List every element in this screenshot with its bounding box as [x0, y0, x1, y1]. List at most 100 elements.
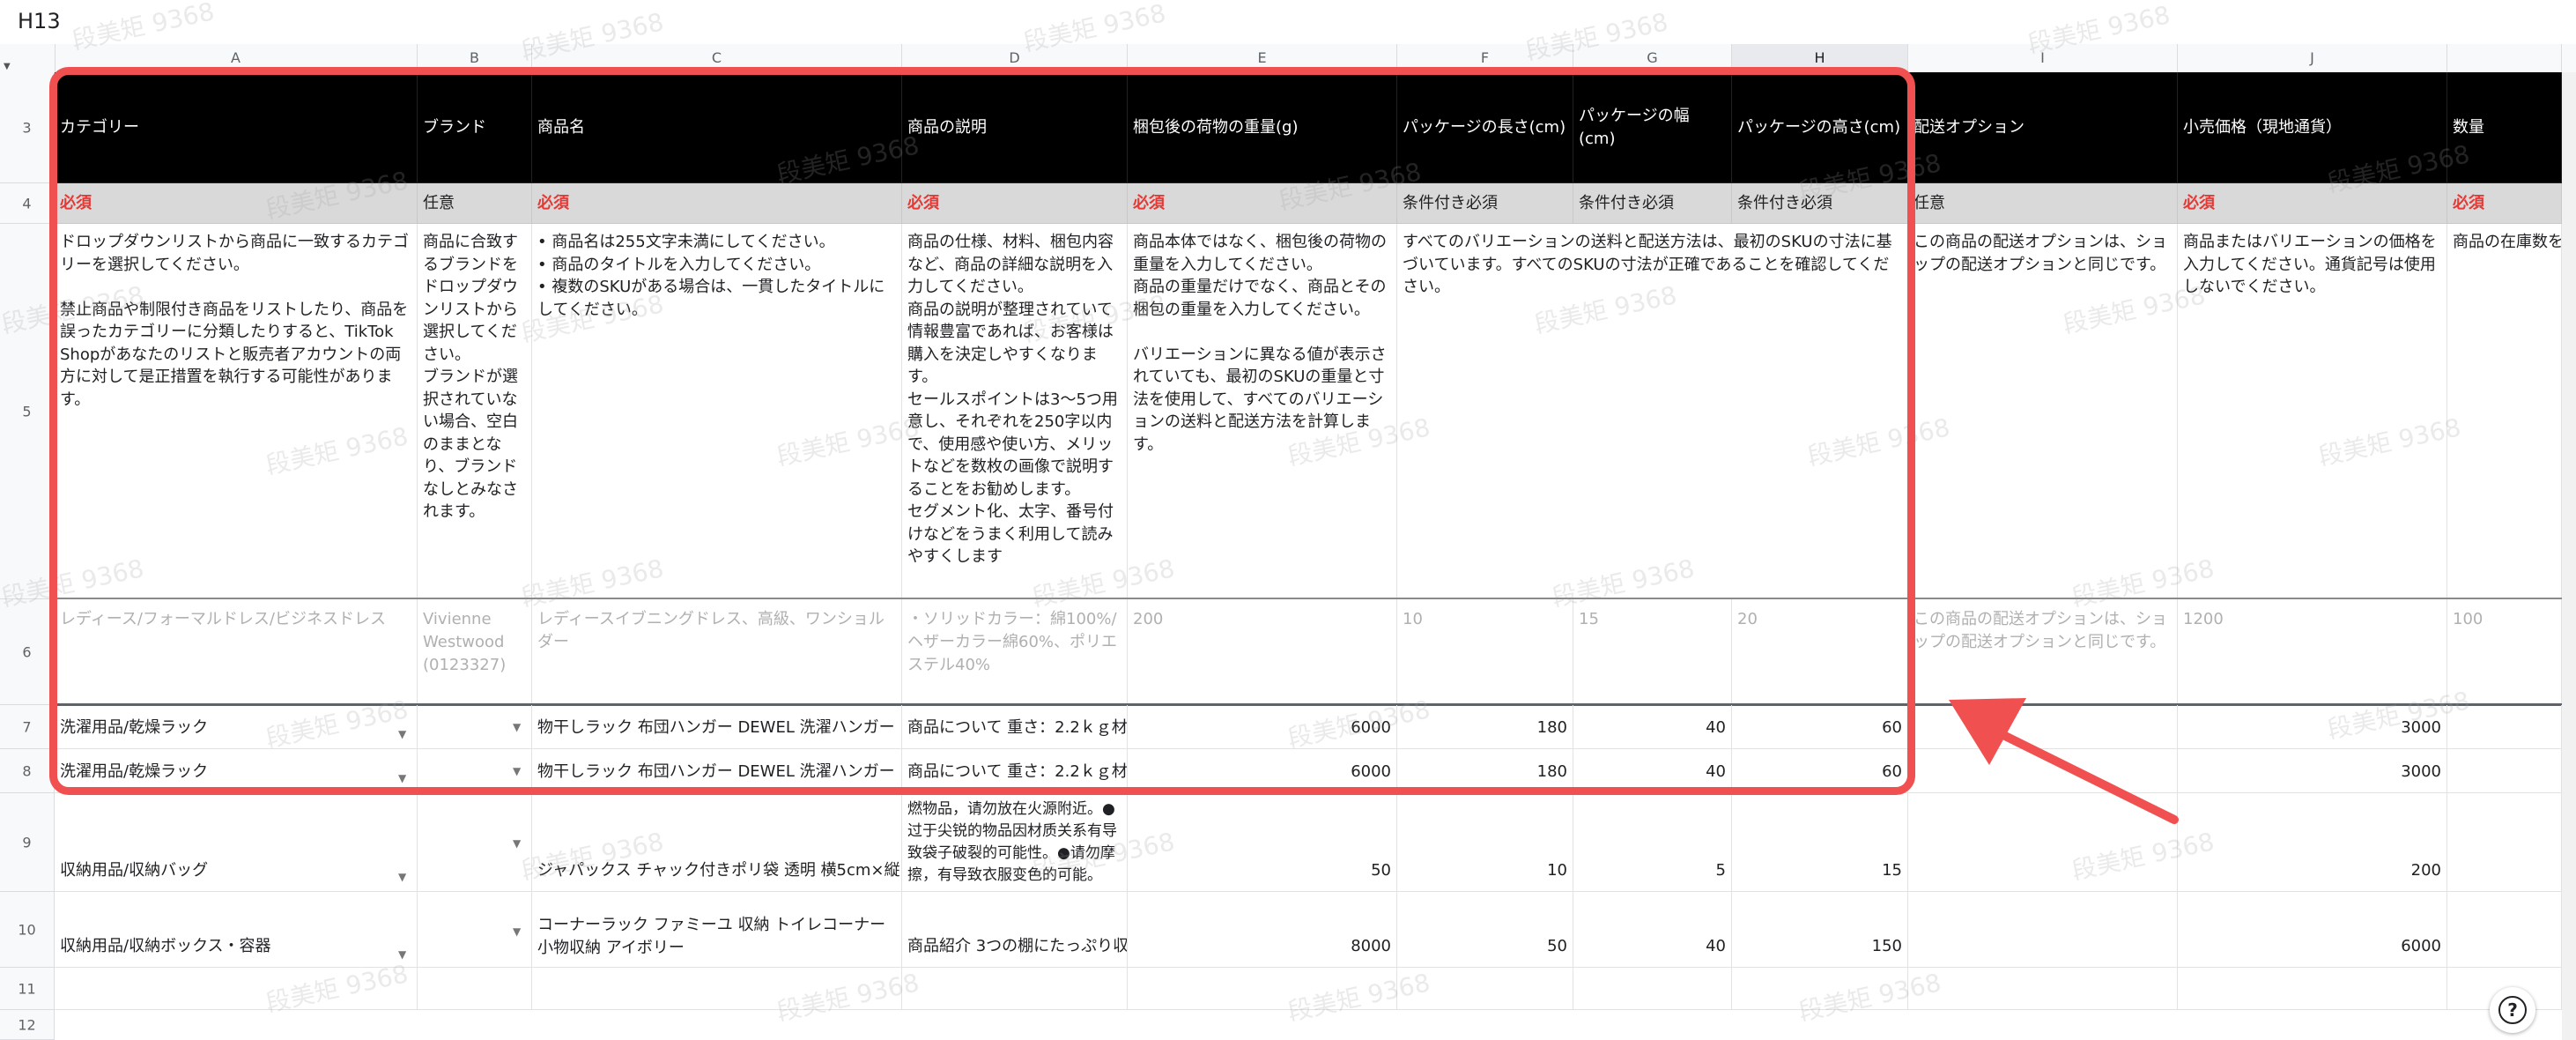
column-header-e[interactable]: E: [1128, 44, 1397, 72]
description-shipping[interactable]: この商品の配送オプションは、ショップの配送オプションと同じです。: [1908, 224, 2178, 599]
description-price[interactable]: 商品またはバリエーションの価格を入力してください。通貨記号は使用しないでください…: [2178, 224, 2447, 599]
cell-weight[interactable]: 6000: [1128, 705, 1397, 749]
column-header-a[interactable]: A: [55, 44, 418, 72]
row-header-7[interactable]: 7: [0, 705, 55, 749]
cell-quantity[interactable]: [2447, 793, 2562, 892]
description-product-name[interactable]: • 商品名は255文字未満にしてください。 • 商品のタイトルを入力してください…: [532, 224, 902, 599]
cell-shipping[interactable]: [1908, 749, 2178, 793]
description-quantity[interactable]: 商品の在庫数を: [2447, 224, 2562, 599]
cell-description[interactable]: 商品について 重さ：2.2ｋｇ材: [902, 705, 1128, 749]
description-description[interactable]: 商品の仕様、材料、梱包内容など、商品の詳細な説明を入力してください。 商品の説明…: [902, 224, 1128, 599]
row-header-10[interactable]: 10: [0, 892, 55, 968]
empty-cell[interactable]: [1573, 968, 1732, 1010]
cell-price[interactable]: 3000: [2178, 705, 2447, 749]
example-quantity[interactable]: 100: [2447, 599, 2562, 705]
header-category[interactable]: カテゴリー: [55, 72, 418, 183]
empty-cell[interactable]: [532, 968, 902, 1010]
cell-product-name[interactable]: 物干しラック 布団ハンガー DEWEL 洗濯ハンガー: [532, 749, 902, 793]
column-header-c[interactable]: C: [532, 44, 902, 72]
row-header-3[interactable]: 3: [0, 72, 55, 183]
row-header-4[interactable]: 4: [0, 183, 55, 224]
cell-product-name[interactable]: ジャパックス チャック付きポリ袋 透明 横5cm×縦7cm: [532, 793, 902, 892]
dropdown-chevron-icon[interactable]: ▼: [513, 925, 521, 938]
column-header-b[interactable]: B: [418, 44, 532, 72]
cell-price[interactable]: 6000: [2178, 892, 2447, 968]
cell-height[interactable]: 60: [1732, 749, 1908, 793]
header-width[interactable]: パッケージの幅(cm): [1573, 72, 1732, 183]
cell-quantity[interactable]: [2447, 892, 2562, 968]
row-header-5[interactable]: 5: [0, 224, 55, 599]
requirement-brand[interactable]: 任意: [418, 183, 532, 224]
column-header-i[interactable]: I: [1908, 44, 2178, 72]
column-header-d[interactable]: D: [902, 44, 1128, 72]
empty-cell[interactable]: [1128, 968, 1397, 1010]
cell-quantity[interactable]: [2447, 705, 2562, 749]
requirement-product-name[interactable]: 必須: [532, 183, 902, 224]
empty-cell[interactable]: [55, 968, 418, 1010]
cell-category[interactable]: 収納用品/収納ボックス・容器: [55, 892, 418, 968]
requirement-height[interactable]: 条件付き必須: [1732, 183, 1908, 224]
header-product-name[interactable]: 商品名: [532, 72, 902, 183]
cell-product-name[interactable]: 物干しラック 布団ハンガー DEWEL 洗濯ハンガー: [532, 705, 902, 749]
example-height[interactable]: 20: [1732, 599, 1908, 705]
requirement-price[interactable]: 必須: [2178, 183, 2447, 224]
cell-shipping[interactable]: [1908, 793, 2178, 892]
cell-category[interactable]: 収納用品/収納バッグ: [55, 793, 418, 892]
dropdown-chevron-icon[interactable]: ▼: [513, 837, 521, 850]
empty-cell[interactable]: [1732, 968, 1908, 1010]
cell-product-name[interactable]: コーナーラック ファミーユ 収納 トイレコーナー 小物収納 アイボリー: [532, 892, 902, 968]
requirement-quantity[interactable]: 必須: [2447, 183, 2562, 224]
cell-description[interactable]: 燃物品，请勿放在火源附近。●过于尖锐的物品因材质关系有导致袋子破裂的可能性。●请…: [902, 793, 1128, 892]
row-header-12[interactable]: 12: [0, 1010, 55, 1040]
empty-cell[interactable]: [902, 968, 1128, 1010]
example-width[interactable]: 15: [1573, 599, 1732, 705]
example-shipping[interactable]: この商品の配送オプションは、ショップの配送オプションと同じです。: [1908, 599, 2178, 705]
dropdown-chevron-icon[interactable]: ▼: [513, 721, 521, 733]
requirement-width[interactable]: 条件付き必須: [1573, 183, 1732, 224]
cell-price[interactable]: 200: [2178, 793, 2447, 892]
cell-length[interactable]: 50: [1397, 892, 1573, 968]
cell-height[interactable]: 60: [1732, 705, 1908, 749]
example-product-name[interactable]: レディースイブニングドレス、高級、ワンショルダー: [532, 599, 902, 705]
cell-description[interactable]: 商品について 重さ：2.2ｋｇ材: [902, 749, 1128, 793]
column-header-h[interactable]: H: [1732, 44, 1908, 72]
cell-category[interactable]: 洗濯用品/乾燥ラック: [55, 749, 418, 793]
header-price[interactable]: 小売価格（現地通貨）: [2178, 72, 2447, 183]
description-category[interactable]: ドロップダウンリストから商品に一致するカテゴリーを選択してください。 禁止商品や…: [55, 224, 418, 599]
header-length[interactable]: パッケージの長さ(cm): [1397, 72, 1573, 183]
description-dimensions[interactable]: すべてのバリエーションの送料と配送方法は、最初のSKUの寸法に基づいています。す…: [1397, 224, 1908, 599]
dropdown-chevron-icon[interactable]: ▼: [513, 765, 521, 777]
header-shipping[interactable]: 配送オプション: [1908, 72, 2178, 183]
cell-price[interactable]: 3000: [2178, 749, 2447, 793]
row-header-6[interactable]: 6: [0, 599, 55, 705]
cell-length[interactable]: 180: [1397, 705, 1573, 749]
cell-weight[interactable]: 8000: [1128, 892, 1397, 968]
help-button[interactable]: ?: [2490, 987, 2535, 1033]
requirement-description[interactable]: 必須: [902, 183, 1128, 224]
column-header-j[interactable]: J: [2178, 44, 2447, 72]
cell-weight[interactable]: 50: [1128, 793, 1397, 892]
cell-height[interactable]: 15: [1732, 793, 1908, 892]
example-weight[interactable]: 200: [1128, 599, 1397, 705]
cell-shipping[interactable]: [1908, 705, 2178, 749]
dropdown-chevron-icon[interactable]: ▼: [398, 728, 406, 740]
requirement-length[interactable]: 条件付き必須: [1397, 183, 1573, 224]
example-description[interactable]: ・ソリッドカラー：綿100%/ヘザーカラー綿60%、ポリエステル40%: [902, 599, 1128, 705]
empty-cell[interactable]: [1908, 968, 2178, 1010]
empty-cell[interactable]: [1397, 968, 1573, 1010]
header-weight[interactable]: 梱包後の荷物の重量(g): [1128, 72, 1397, 183]
description-weight[interactable]: 商品本体ではなく、梱包後の荷物の重量を入力してください。 商品の重量だけでなく、…: [1128, 224, 1397, 599]
row-header-11[interactable]: 11: [0, 968, 55, 1010]
header-description[interactable]: 商品の説明: [902, 72, 1128, 183]
cell-category[interactable]: 洗濯用品/乾燥ラック: [55, 705, 418, 749]
vertical-scrollbar[interactable]: [2562, 72, 2576, 1040]
empty-cell[interactable]: [418, 968, 532, 1010]
requirement-category[interactable]: 必須: [55, 183, 418, 224]
cell-width[interactable]: 40: [1573, 892, 1732, 968]
dropdown-chevron-icon[interactable]: ▼: [398, 772, 406, 784]
cell-length[interactable]: 10: [1397, 793, 1573, 892]
column-header-f[interactable]: F: [1397, 44, 1573, 72]
requirement-shipping[interactable]: 任意: [1908, 183, 2178, 224]
column-header-g[interactable]: G: [1573, 44, 1732, 72]
example-category[interactable]: レディース/フォーマルドレス/ビジネスドレス: [55, 599, 418, 705]
